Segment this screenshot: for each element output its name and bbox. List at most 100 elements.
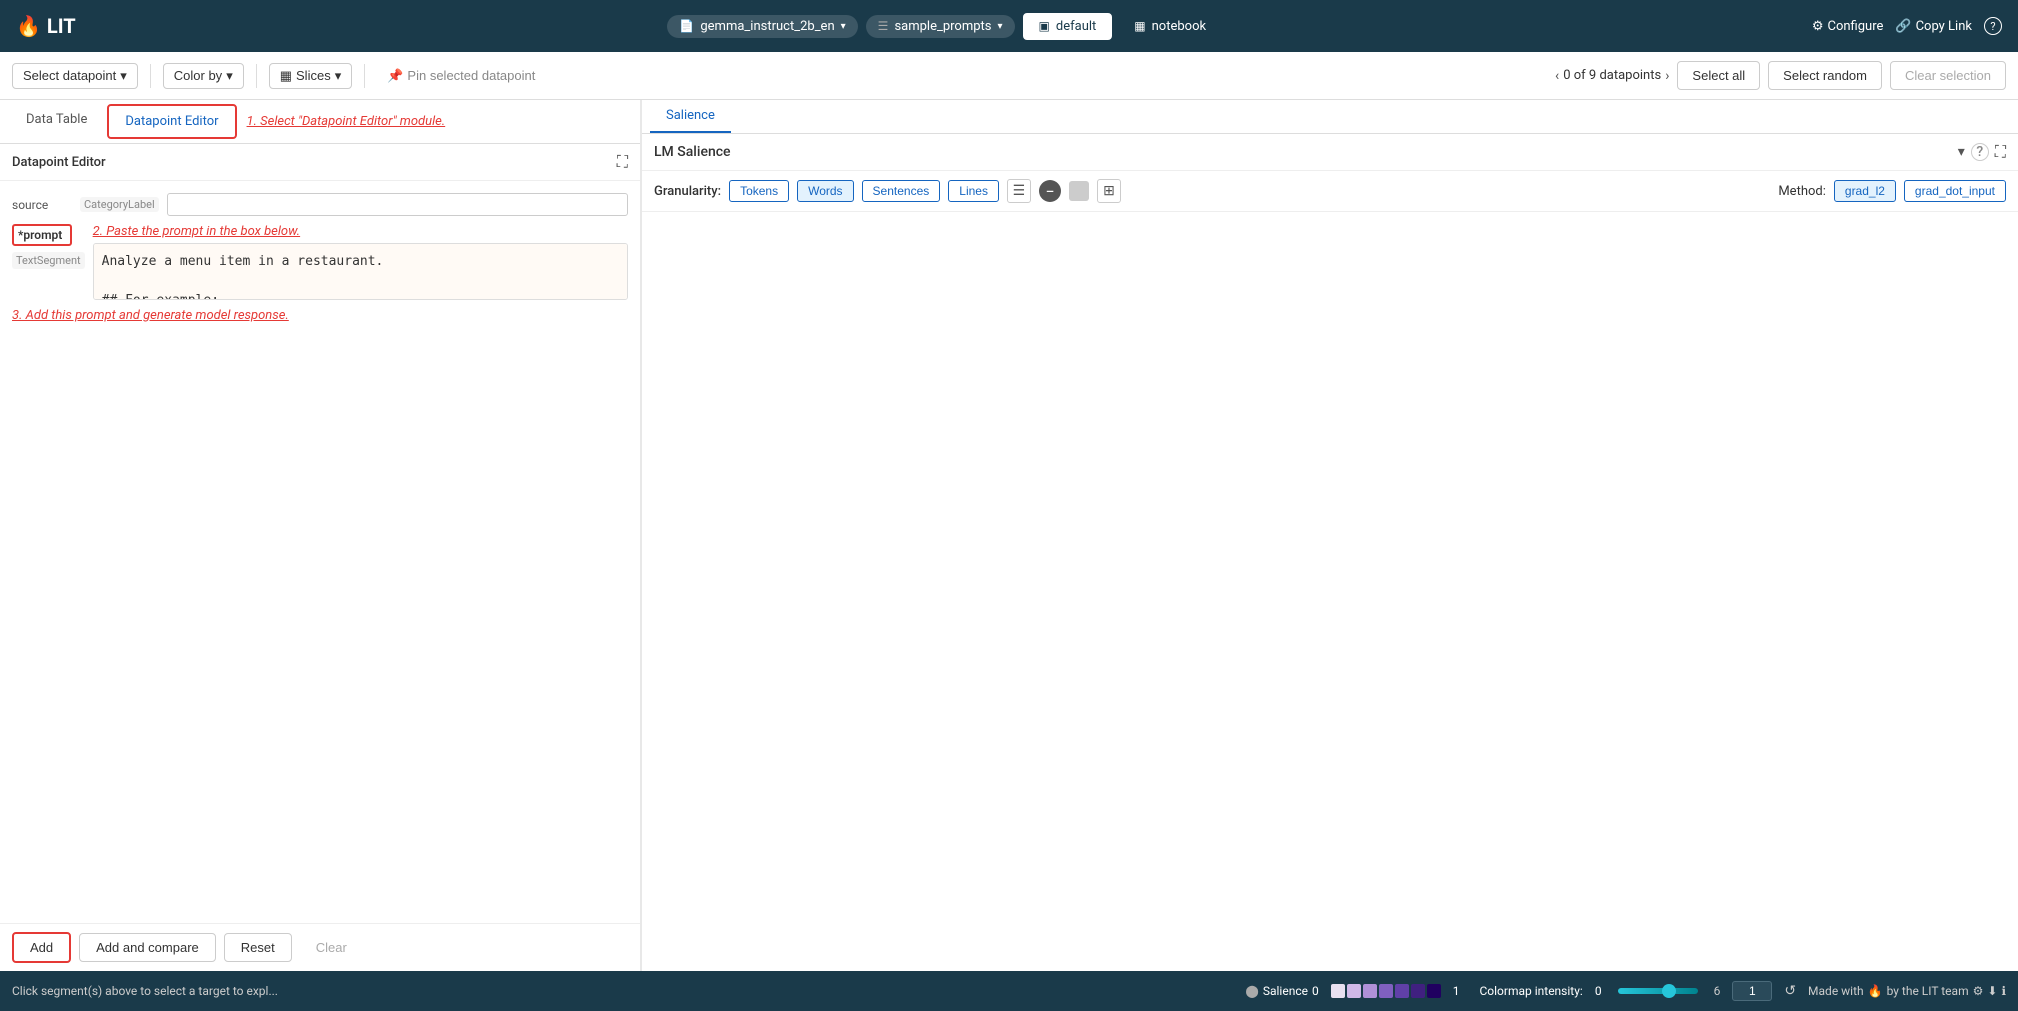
nav-next[interactable]: ›	[1665, 68, 1669, 84]
granularity-label: Granularity:	[654, 184, 721, 199]
prompt-input-col: 2. Paste the prompt in the box below.	[93, 224, 628, 300]
info-status-icon[interactable]: ℹ	[2001, 984, 2006, 998]
expand-icon[interactable]: ⛶	[617, 152, 628, 172]
flame-small-icon: 🔥	[1868, 984, 1883, 998]
configure-btn[interactable]: ⚙ Configure	[1812, 19, 1884, 34]
swatch-6	[1411, 984, 1425, 998]
num-input[interactable]	[1732, 981, 1772, 1001]
color-swatches	[1331, 984, 1441, 998]
prompt-type: TextSegment	[12, 252, 85, 269]
reset-button[interactable]: Reset	[224, 933, 292, 962]
clear-selection-btn[interactable]: Clear selection	[1890, 61, 2006, 90]
color-by-btn[interactable]: Color by ▾	[163, 63, 244, 89]
tab-salience[interactable]: Salience	[650, 100, 731, 133]
tab-data-table[interactable]: Data Table	[10, 104, 103, 139]
action-bar: Add Add and compare Reset Clear	[0, 923, 640, 971]
header-center: 📄 gemma_instruct_2b_en ☰ sample_prompts …	[92, 13, 1796, 40]
divider-1	[150, 64, 151, 88]
step1-annotation-container: 1. Select "Datapoint Editor" module.	[239, 100, 454, 143]
granularity-controls: Granularity: Tokens Words Sentences Line…	[642, 171, 2018, 212]
tab-default[interactable]: ▣ default	[1023, 13, 1113, 40]
configure-label: Configure	[1827, 19, 1883, 34]
step3-annotation: 3. Add this prompt and generate model re…	[12, 304, 628, 327]
app-title: LIT	[47, 14, 76, 38]
tab-notebook-label: notebook	[1152, 19, 1206, 34]
tab-notebook[interactable]: ▦ notebook	[1120, 15, 1220, 38]
add-button[interactable]: Add	[12, 932, 71, 963]
copy-link-btn[interactable]: 🔗 Copy Link	[1895, 19, 1972, 34]
slices-icon: ▦	[280, 68, 292, 84]
dataset-name: sample_prompts	[894, 19, 991, 34]
info-btn[interactable]: ?	[1971, 143, 1989, 161]
editor-content: source CategoryLabel *prompt TextSegment…	[0, 181, 640, 923]
method-grad-dot-btn[interactable]: grad_dot_input	[1904, 180, 2006, 202]
help-icon: ?	[1984, 17, 2002, 35]
select-random-btn[interactable]: Select random	[1768, 61, 1882, 90]
swatch-5	[1395, 984, 1409, 998]
app-logo: 🔥 LIT	[16, 14, 76, 38]
editor-title: Datapoint Editor	[12, 155, 106, 170]
header-right: ⚙ Configure 🔗 Copy Link ?	[1812, 17, 2002, 35]
model-selector[interactable]: 📄 gemma_instruct_2b_en	[667, 15, 857, 38]
salience-min: 0	[1312, 984, 1319, 998]
download-icon[interactable]: ⬇	[1987, 984, 1997, 998]
dataset-selector[interactable]: ☰ sample_prompts	[866, 15, 1015, 38]
right-tabs: Salience	[642, 100, 2018, 134]
source-input[interactable]	[167, 193, 628, 216]
refresh-btn[interactable]: ↺	[1784, 983, 1796, 999]
right-panel: Salience LM Salience ▾ ? ⛶ Granularity: …	[642, 100, 2018, 971]
main-content: Data Table Datapoint Editor 1. Select "D…	[0, 100, 2018, 971]
select-datapoint-btn[interactable]: Select datapoint ▾	[12, 63, 138, 89]
minus-btn[interactable]: −	[1039, 180, 1061, 202]
dataset-chevron	[998, 21, 1003, 32]
prompt-label-col: *prompt TextSegment	[12, 224, 85, 269]
divider-3	[364, 64, 365, 88]
list-view-btn[interactable]: ☰	[1007, 179, 1031, 203]
help-btn[interactable]: ?	[1984, 17, 2002, 35]
salience-max: 1	[1453, 984, 1460, 998]
status-bar: Click segment(s) above to select a targe…	[0, 971, 2018, 1011]
swatch-1	[1331, 984, 1345, 998]
clear-button[interactable]: Clear	[300, 934, 363, 961]
tab-datapoint-editor[interactable]: Datapoint Editor	[107, 104, 236, 139]
nav-prev[interactable]: ‹	[1555, 68, 1559, 84]
gear-icon: ⚙	[1812, 19, 1824, 34]
tab-default-label: default	[1056, 19, 1096, 34]
expand-right-icon[interactable]: ⛶	[1995, 142, 2006, 162]
select-datapoint-chevron: ▾	[120, 68, 127, 84]
right-panel-header: LM Salience ▾ ? ⛶	[642, 134, 2018, 171]
gran-lines-btn[interactable]: Lines	[948, 180, 999, 202]
source-type: CategoryLabel	[80, 197, 159, 212]
step1-annotation: 1. Select "Datapoint Editor" module.	[247, 114, 446, 129]
prompt-field-row: *prompt TextSegment 2. Paste the prompt …	[12, 224, 628, 300]
pin-label: Pin selected datapoint	[407, 68, 535, 83]
pin-icon: 📌	[387, 68, 403, 84]
add-compare-button[interactable]: Add and compare	[79, 933, 216, 962]
method-grad-l2-btn[interactable]: grad_l2	[1834, 180, 1896, 202]
slices-btn[interactable]: ▦ Slices ▾	[269, 63, 353, 89]
right-header-left: LM Salience	[654, 144, 731, 160]
select-all-btn[interactable]: Select all	[1677, 61, 1760, 90]
dropdown-btn[interactable]: ▾	[1958, 144, 1965, 160]
prompt-label: *prompt	[12, 224, 72, 246]
gran-words-btn[interactable]: Words	[797, 180, 853, 202]
editor-panel-header: Datapoint Editor ⛶	[0, 144, 640, 181]
toggle-btn[interactable]	[1069, 181, 1089, 201]
gran-sentences-btn[interactable]: Sentences	[862, 180, 941, 202]
pin-btn[interactable]: 📌 Pin selected datapoint	[377, 64, 545, 88]
swatch-4	[1379, 984, 1393, 998]
swatch-7	[1427, 984, 1441, 998]
by-lit-text: by the LIT team	[1887, 984, 1969, 998]
gran-tokens-btn[interactable]: Tokens	[729, 180, 789, 202]
grid-view-btn[interactable]: ⊞	[1097, 179, 1121, 203]
settings-icon[interactable]: ⚙	[1973, 984, 1984, 998]
copy-link-label: Copy Link	[1916, 19, 1972, 34]
slices-label: Slices	[296, 68, 331, 83]
click-hint: Click segment(s) above to select a targe…	[12, 984, 1233, 998]
color-by-chevron: ▾	[226, 68, 233, 84]
model-name: gemma_instruct_2b_en	[700, 19, 834, 34]
color-by-label: Color by	[174, 68, 222, 83]
colormap-slider[interactable]	[1618, 988, 1698, 994]
link-icon: 🔗	[1895, 19, 1911, 34]
prompt-textarea[interactable]	[93, 243, 628, 300]
